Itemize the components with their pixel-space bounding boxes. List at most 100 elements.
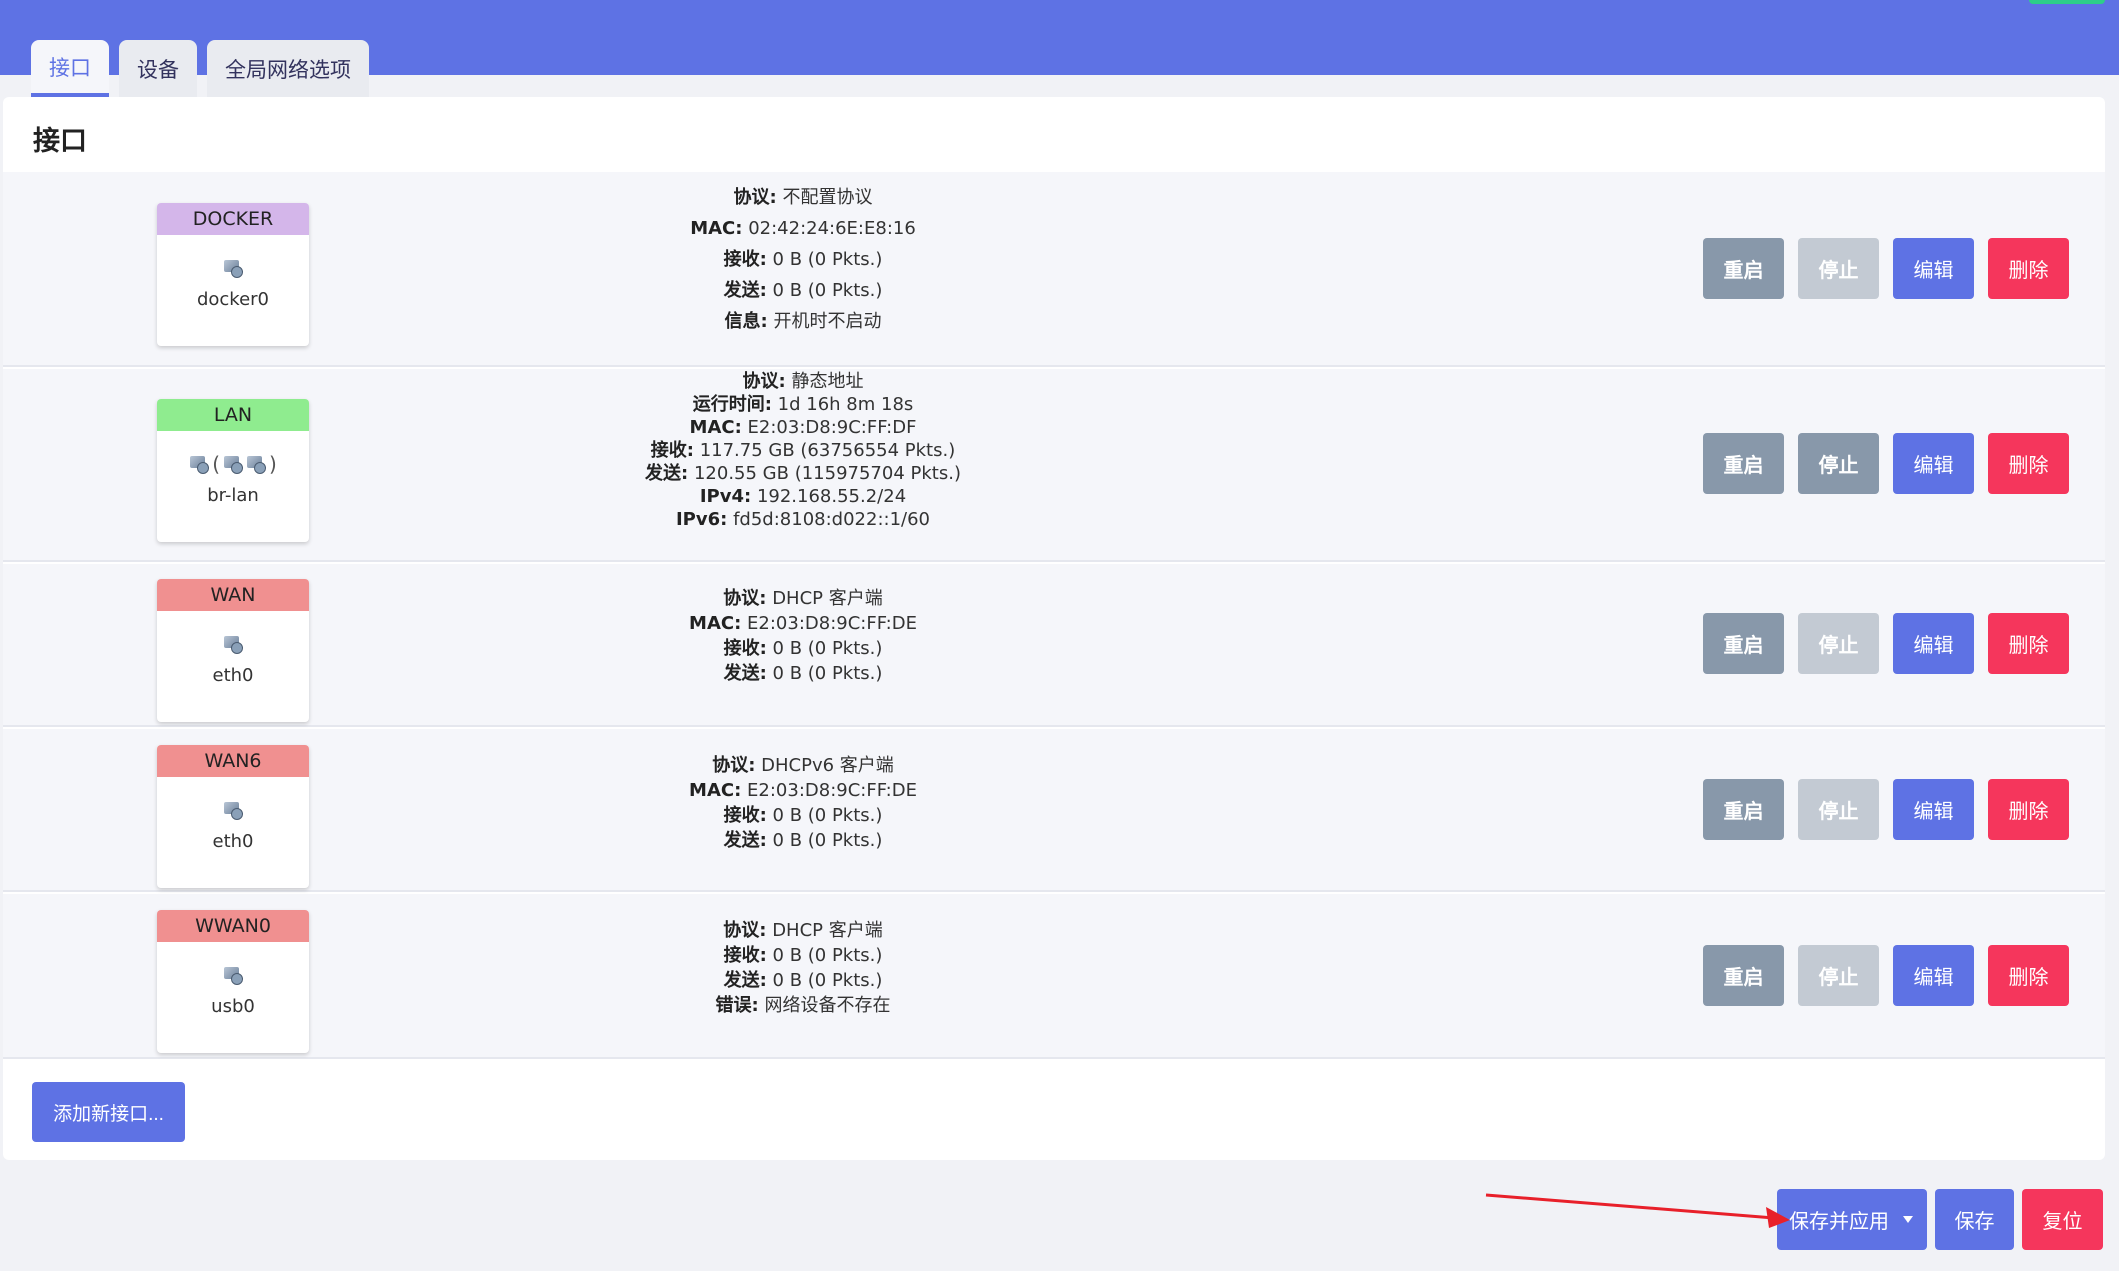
info-key: 信息: bbox=[724, 311, 768, 332]
info-value: E2:03:D8:9C:FF:DF bbox=[747, 417, 917, 438]
ethernet-icon bbox=[157, 960, 309, 990]
ethernet-icon bbox=[157, 629, 309, 659]
info-value: E2:03:D8:9C:FF:DE bbox=[747, 780, 917, 801]
restart-button[interactable]: 重启 bbox=[1703, 238, 1784, 299]
stop-button[interactable]: 停止 bbox=[1798, 945, 1879, 1006]
save-and-apply-label: 保存并应用 bbox=[1789, 1211, 1889, 1233]
info-key: 发送: bbox=[723, 663, 767, 684]
info-value: 0 B (0 Pkts.) bbox=[772, 830, 883, 851]
info-key: 接收: bbox=[723, 638, 767, 659]
restart-button[interactable]: 重启 bbox=[1703, 945, 1784, 1006]
stop-button[interactable]: 停止 bbox=[1798, 238, 1879, 299]
reset-button[interactable]: 复位 bbox=[2022, 1189, 2103, 1250]
info-key: 接收: bbox=[723, 805, 767, 826]
interface-row: WAN6 eth0 协议: DHCPv6 客户端 MAC: E2:03:D8:9C:F… bbox=[3, 729, 2105, 892]
save-and-apply-button[interactable]: 保存并应用 bbox=[1777, 1189, 1927, 1250]
tab-interfaces[interactable]: 接口 bbox=[31, 40, 109, 97]
edit-button[interactable]: 编辑 bbox=[1893, 613, 1974, 674]
bridge-icon: () bbox=[157, 449, 309, 479]
delete-button[interactable]: 删除 bbox=[1988, 945, 2069, 1006]
ethernet-icon bbox=[223, 635, 243, 654]
info-line: 接收: 0 B (0 Pkts.) bbox=[553, 636, 1053, 661]
info-key: IPv4: bbox=[699, 486, 752, 507]
info-key: 协议: bbox=[733, 187, 777, 208]
device-name: usb0 bbox=[211, 996, 255, 1017]
restart-button[interactable]: 重启 bbox=[1703, 779, 1784, 840]
interface-row: WWAN0 usb0 协议: DHCP 客户端 接收: 0 B (0 Pkts.) 发送… bbox=[3, 894, 2105, 1059]
tab-devices[interactable]: 设备 bbox=[119, 40, 197, 97]
delete-button[interactable]: 删除 bbox=[1988, 238, 2069, 299]
edit-button[interactable]: 编辑 bbox=[1893, 945, 1974, 1006]
edit-button[interactable]: 编辑 bbox=[1893, 433, 1974, 494]
info-line: 信息: 开机时不启动 bbox=[553, 306, 1053, 337]
edit-button[interactable]: 编辑 bbox=[1893, 779, 1974, 840]
ethernet-icon bbox=[223, 801, 243, 820]
delete-button[interactable]: 删除 bbox=[1988, 613, 2069, 674]
info-value: 开机时不启动 bbox=[773, 311, 882, 332]
interface-row: WAN eth0 协议: DHCP 客户端 MAC: E2:03:D8:9C:FF:D… bbox=[3, 564, 2105, 727]
chevron-down-icon[interactable] bbox=[1903, 1216, 1913, 1223]
info-value: 0 B (0 Pkts.) bbox=[772, 638, 883, 659]
corner-status-chip bbox=[2029, 0, 2105, 4]
info-key: MAC: bbox=[689, 613, 742, 634]
info-key: 接收: bbox=[723, 249, 767, 270]
info-value: 1d 16h 8m 18s bbox=[777, 394, 914, 415]
ethernet-icon bbox=[246, 455, 266, 474]
interface-info: 协议: DHCPv6 客户端 MAC: E2:03:D8:9C:FF:DE 接收: … bbox=[553, 753, 1053, 853]
info-key: 错误: bbox=[715, 995, 759, 1016]
add-interface-button[interactable]: 添加新接口... bbox=[32, 1082, 185, 1142]
row-actions: 重启 停止 编辑 删除 bbox=[1703, 613, 2069, 674]
interface-name: WWAN0 bbox=[157, 910, 309, 942]
info-key: 协议: bbox=[723, 920, 767, 941]
ethernet-icon bbox=[223, 966, 243, 985]
interface-info: 协议: DHCP 客户端 接收: 0 B (0 Pkts.) 发送: 0 B (0 … bbox=[553, 918, 1053, 1018]
info-key: 协议: bbox=[742, 371, 786, 392]
interface-badge: WAN eth0 bbox=[157, 579, 309, 722]
delete-button[interactable]: 删除 bbox=[1988, 433, 2069, 494]
info-value: 0 B (0 Pkts.) bbox=[772, 805, 883, 826]
bridge-close-paren: ) bbox=[269, 452, 277, 476]
device-name: br-lan bbox=[207, 485, 259, 506]
stop-button[interactable]: 停止 bbox=[1798, 779, 1879, 840]
info-key: 运行时间: bbox=[692, 394, 772, 415]
stop-button[interactable]: 停止 bbox=[1798, 433, 1879, 494]
info-line: IPv4: 192.168.55.2/24 bbox=[553, 485, 1053, 508]
info-line: MAC: 02:42:24:6E:E8:16 bbox=[553, 213, 1053, 244]
info-line: 接收: 0 B (0 Pkts.) bbox=[553, 943, 1053, 968]
delete-button[interactable]: 删除 bbox=[1988, 779, 2069, 840]
info-line: MAC: E2:03:D8:9C:FF:DE bbox=[553, 611, 1053, 636]
info-line: 错误: 网络设备不存在 bbox=[553, 993, 1053, 1018]
info-value: 02:42:24:6E:E8:16 bbox=[748, 218, 916, 239]
info-line: 协议: DHCP 客户端 bbox=[553, 586, 1053, 611]
row-actions: 重启 停止 编辑 删除 bbox=[1703, 238, 2069, 299]
info-line: 协议: 静态地址 bbox=[553, 370, 1053, 393]
ethernet-icon bbox=[223, 455, 243, 474]
panel-title: 接口 bbox=[33, 126, 87, 157]
interface-name: WAN6 bbox=[157, 745, 309, 777]
stop-button[interactable]: 停止 bbox=[1798, 613, 1879, 674]
info-key: MAC: bbox=[689, 780, 742, 801]
info-value: DHCP 客户端 bbox=[772, 920, 883, 941]
restart-button[interactable]: 重启 bbox=[1703, 613, 1784, 674]
save-button[interactable]: 保存 bbox=[1935, 1189, 2014, 1250]
interface-badge: WWAN0 usb0 bbox=[157, 910, 309, 1053]
annotation-arrow-icon bbox=[1485, 1193, 1790, 1228]
edit-button[interactable]: 编辑 bbox=[1893, 238, 1974, 299]
info-line: 发送: 120.55 GB (115975704 Pkts.) bbox=[553, 462, 1053, 485]
tab-bar: 接口 设备 全局网络选项 bbox=[31, 40, 369, 97]
info-value: 192.168.55.2/24 bbox=[756, 486, 907, 507]
info-line: MAC: E2:03:D8:9C:FF:DF bbox=[553, 416, 1053, 439]
device-name: docker0 bbox=[196, 289, 270, 310]
tab-global-network-options[interactable]: 全局网络选项 bbox=[207, 40, 369, 97]
interfaces-panel: 接口 DOCKER docker0 协议: 不配置协议 MAC: 02:42:24:6… bbox=[3, 97, 2105, 1160]
info-line: MAC: E2:03:D8:9C:FF:DE bbox=[553, 778, 1053, 803]
restart-button[interactable]: 重启 bbox=[1703, 433, 1784, 494]
info-value: 0 B (0 Pkts.) bbox=[772, 249, 883, 270]
info-line: 运行时间: 1d 16h 8m 18s bbox=[553, 393, 1053, 416]
info-key: 发送: bbox=[645, 463, 689, 484]
info-line: 协议: 不配置协议 bbox=[553, 182, 1053, 213]
network-port-icon bbox=[157, 253, 309, 283]
info-value: 117.75 GB (63756554 Pkts.) bbox=[699, 440, 956, 461]
interface-badge: LAN () br-lan bbox=[157, 399, 309, 542]
device-name: eth0 bbox=[212, 665, 254, 686]
